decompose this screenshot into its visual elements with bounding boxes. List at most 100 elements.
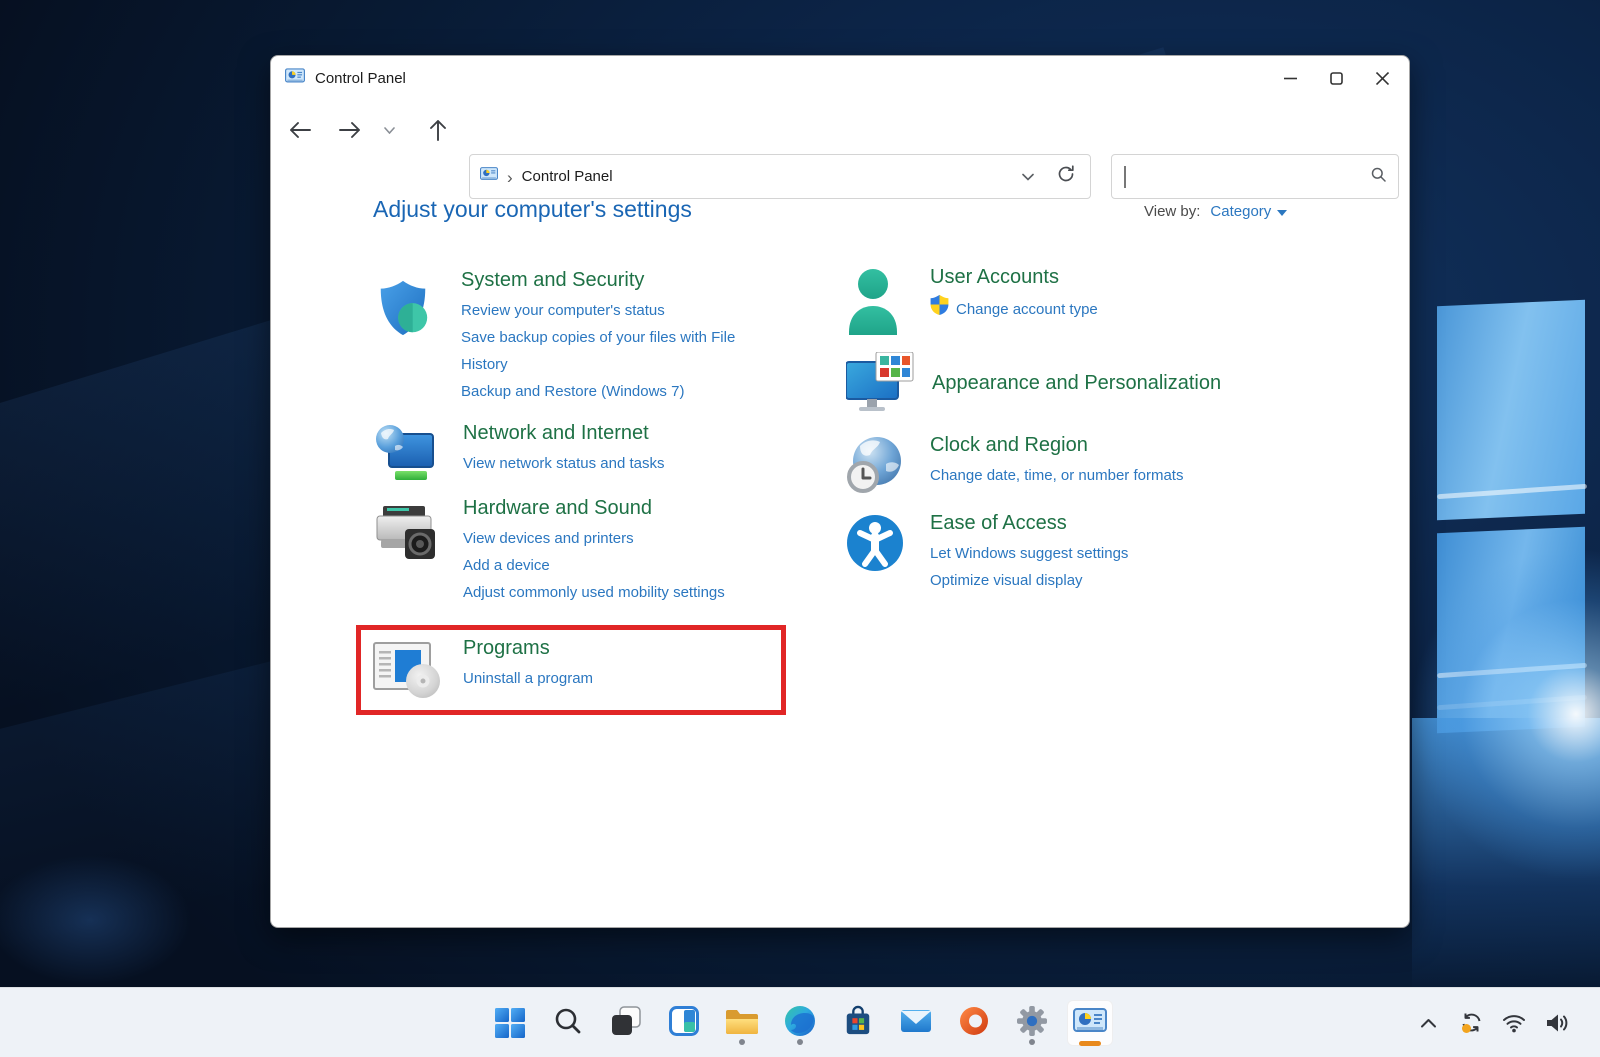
- titlebar[interactable]: Control Panel: [271, 56, 1409, 102]
- breadcrumb-root[interactable]: Control Panel: [522, 168, 613, 185]
- wallpaper-glow: [0, 830, 230, 1010]
- widgets-button[interactable]: [661, 1000, 707, 1046]
- settings-gear-icon: [1017, 1006, 1047, 1041]
- mail-icon: [900, 1008, 932, 1039]
- address-dropdown-chevron-icon[interactable]: [1022, 168, 1034, 186]
- wallpaper-light-streak: [1437, 695, 1587, 710]
- view-by-label: View by:: [1144, 203, 1200, 220]
- category-title[interactable]: User Accounts: [930, 266, 1275, 289]
- network-globe-icon[interactable]: [373, 424, 435, 489]
- control-panel-taskbar-button[interactable]: [1067, 1000, 1113, 1046]
- refresh-icon[interactable]: [1056, 164, 1076, 189]
- page-title: Adjust your computer's settings: [373, 196, 692, 223]
- programs-cd-icon[interactable]: [373, 641, 443, 704]
- file-explorer-icon: [725, 1007, 759, 1040]
- view-by-dropdown[interactable]: Category: [1210, 203, 1287, 220]
- maximize-button[interactable]: [1313, 56, 1359, 101]
- category-link[interactable]: Uninstall a program: [463, 665, 785, 692]
- hidden-icons-chevron-icon[interactable]: [1415, 1005, 1441, 1041]
- running-indicator: [739, 1039, 745, 1045]
- mail-button[interactable]: [893, 1000, 939, 1046]
- category-user-accounts: User Accounts Change account type: [846, 266, 1275, 341]
- sync-icon[interactable]: [1458, 1005, 1484, 1041]
- navigation-toolbar: › Control Panel: [271, 102, 1409, 158]
- category-link[interactable]: Change account type: [930, 294, 1275, 324]
- search-button[interactable]: [545, 1000, 591, 1046]
- breadcrumb[interactable]: › Control Panel: [480, 167, 1022, 186]
- category-network-and-internet: Network and Internet View network status…: [373, 422, 785, 489]
- office-icon: [959, 1006, 989, 1041]
- edge-button[interactable]: [777, 1000, 823, 1046]
- address-bar[interactable]: › Control Panel: [469, 154, 1091, 199]
- wallpaper-light-streak: [1437, 663, 1587, 678]
- active-app-indicator: [1079, 1041, 1101, 1046]
- wallpaper-light-streak: [1437, 484, 1587, 499]
- store-icon: [843, 1005, 873, 1042]
- control-panel-icon: [480, 167, 498, 186]
- category-title[interactable]: Hardware and Sound: [463, 497, 785, 520]
- office-button[interactable]: [951, 1000, 997, 1046]
- category-title[interactable]: Network and Internet: [463, 422, 785, 445]
- taskbar: [0, 987, 1600, 1057]
- store-button[interactable]: [835, 1000, 881, 1046]
- system-tray: [1415, 988, 1570, 1057]
- up-button[interactable]: [419, 108, 457, 152]
- shield-icon[interactable]: [373, 277, 433, 405]
- control-panel-icon: [1073, 1008, 1107, 1039]
- category-title[interactable]: Clock and Region: [930, 434, 1275, 457]
- file-explorer-button[interactable]: [719, 1000, 765, 1046]
- category-link[interactable]: Optimize visual display: [930, 567, 1275, 594]
- category-link[interactable]: Adjust commonly used mobility settings: [463, 579, 785, 606]
- category-hardware-and-sound: Hardware and Sound View devices and prin…: [373, 497, 785, 606]
- category-link[interactable]: View devices and printers: [463, 525, 785, 552]
- category-link[interactable]: Add a device: [463, 552, 785, 579]
- category-title[interactable]: Programs: [463, 637, 785, 660]
- forward-button[interactable]: [331, 108, 369, 152]
- category-link[interactable]: View network status and tasks: [463, 450, 785, 477]
- category-system-and-security: System and Security Review your computer…: [373, 269, 783, 405]
- category-link[interactable]: Backup and Restore (Windows 7): [461, 378, 783, 405]
- user-silhouette-icon[interactable]: [846, 268, 900, 341]
- control-panel-window: Control Panel: [270, 55, 1410, 928]
- uac-shield-icon: [930, 294, 949, 324]
- printer-icon[interactable]: [373, 503, 437, 606]
- running-indicator: [797, 1039, 803, 1045]
- category-ease-of-access: Ease of Access Let Windows suggest setti…: [846, 512, 1275, 594]
- widgets-icon: [669, 1006, 699, 1041]
- close-button[interactable]: [1359, 56, 1405, 101]
- category-title[interactable]: System and Security: [461, 269, 783, 292]
- category-link[interactable]: Change date, time, or number formats: [930, 462, 1275, 489]
- caret-down-icon: [1277, 210, 1287, 216]
- volume-icon[interactable]: [1544, 1005, 1570, 1041]
- category-clock-and-region: Clock and Region Change date, time, or n…: [846, 434, 1275, 499]
- desktop: Control Panel: [0, 0, 1600, 1057]
- breadcrumb-separator: ›: [507, 168, 513, 186]
- settings-button[interactable]: [1009, 1000, 1055, 1046]
- running-indicator: [1029, 1039, 1035, 1045]
- window-title: Control Panel: [315, 70, 406, 87]
- accessibility-icon[interactable]: [846, 514, 904, 594]
- back-button[interactable]: [281, 108, 319, 152]
- category-appearance-and-personalization: Appearance and Personalization: [846, 352, 1277, 419]
- category-title[interactable]: Ease of Access: [930, 512, 1275, 535]
- globe-clock-icon[interactable]: [846, 436, 904, 499]
- category-title[interactable]: Appearance and Personalization: [932, 372, 1277, 395]
- wallpaper-glow: [1412, 718, 1600, 990]
- category-programs: Programs Uninstall a program: [373, 637, 785, 704]
- category-link[interactable]: Review your computer's status: [461, 297, 783, 324]
- search-box[interactable]: [1111, 154, 1399, 199]
- task-view-button[interactable]: [603, 1000, 649, 1046]
- view-by-control: View by: Category: [1144, 203, 1287, 220]
- start-button[interactable]: [487, 1000, 533, 1046]
- edge-icon: [784, 1005, 816, 1042]
- wallpaper-window-pane: [1437, 527, 1585, 733]
- wifi-icon[interactable]: [1501, 1005, 1527, 1041]
- wallpaper-window-pane: [1437, 300, 1585, 520]
- control-panel-icon: [285, 68, 305, 89]
- category-link[interactable]: Let Windows suggest settings: [930, 540, 1275, 567]
- recent-pages-chevron-icon[interactable]: [377, 108, 401, 152]
- minimize-button[interactable]: [1267, 56, 1313, 101]
- monitor-palette-icon[interactable]: [846, 352, 914, 419]
- category-link[interactable]: Save backup copies of your files with Fi…: [461, 324, 783, 378]
- search-input[interactable]: [1124, 166, 1371, 188]
